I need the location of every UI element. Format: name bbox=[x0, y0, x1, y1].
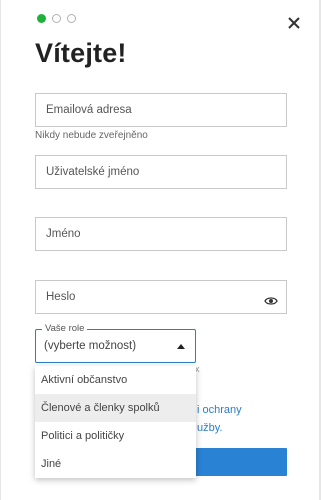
role-dropdown: Aktivní občanstvo Členové a členky spolk… bbox=[35, 366, 196, 478]
role-select[interactable]: Vaše role (vyberte možnost) bbox=[35, 323, 196, 363]
email-hint: Nikdy nebude zveřejněno bbox=[35, 130, 148, 141]
step-dot-3 bbox=[67, 14, 76, 23]
step-dot-2 bbox=[52, 14, 61, 23]
password-field[interactable]: Heslo bbox=[35, 280, 287, 314]
password-placeholder: Heslo bbox=[46, 291, 76, 303]
name-field[interactable]: Jméno bbox=[35, 217, 287, 251]
role-option[interactable]: Členové a členky spolků bbox=[35, 394, 196, 422]
username-placeholder: Uživatelské jméno bbox=[46, 166, 140, 178]
consent-link-partial-1[interactable]: i ochrany bbox=[197, 404, 242, 416]
name-placeholder: Jméno bbox=[46, 228, 81, 240]
eye-icon[interactable] bbox=[264, 289, 278, 305]
username-field[interactable]: Uživatelské jméno bbox=[35, 155, 287, 189]
close-icon[interactable] bbox=[284, 13, 304, 33]
consent-link-partial-2[interactable]: užby. bbox=[197, 422, 222, 434]
registration-modal: Vítejte! Emailová adresa Nikdy nebude zv… bbox=[0, 0, 321, 500]
caret-up-icon bbox=[177, 344, 185, 349]
role-legend: Vaše role bbox=[42, 323, 88, 334]
page-title: Vítejte! bbox=[35, 38, 127, 68]
step-indicator bbox=[37, 14, 76, 23]
role-option[interactable]: Politici a političky bbox=[35, 422, 196, 450]
role-option[interactable]: Jiné bbox=[35, 450, 196, 478]
email-field[interactable]: Emailová adresa bbox=[35, 93, 287, 127]
role-option[interactable]: Aktivní občanstvo bbox=[35, 366, 196, 394]
role-selected-value: (vyberte možnost) bbox=[44, 340, 137, 352]
submit-button[interactable] bbox=[195, 448, 287, 476]
email-placeholder: Emailová adresa bbox=[46, 104, 132, 116]
step-dot-1 bbox=[37, 14, 46, 23]
